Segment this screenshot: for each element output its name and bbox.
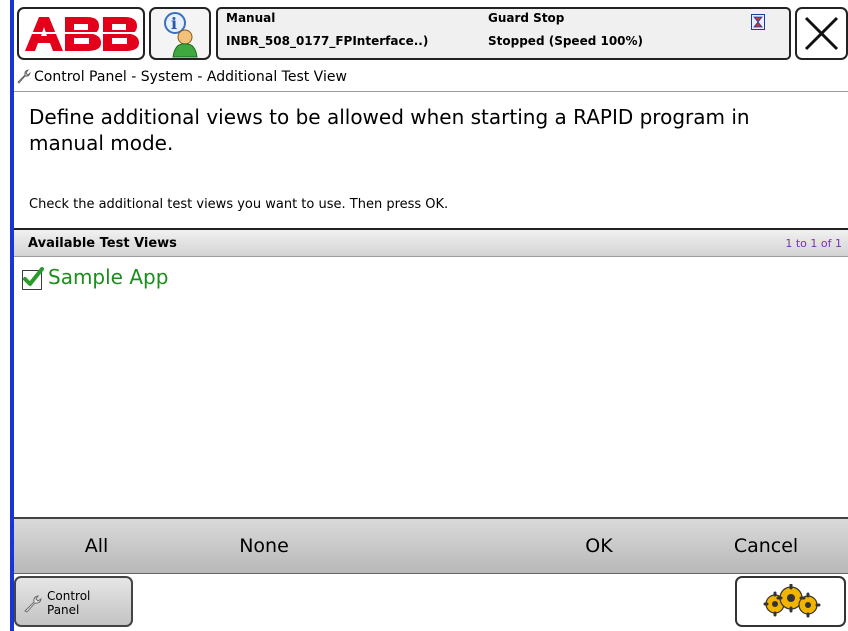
close-x-icon <box>804 16 839 51</box>
info-user-icon: i <box>164 12 198 58</box>
taskbar-label-line1: Control <box>47 589 91 603</box>
breadcrumb: Control Panel - System - Additional Test… <box>14 62 848 92</box>
instruction-text: Check the additional test views you want… <box>29 197 449 212</box>
program-state: Stopped (Speed 100%) <box>488 34 644 48</box>
control-panel-wrench-icon <box>17 69 31 84</box>
abb-logo-icon <box>23 17 141 51</box>
quickset-button[interactable] <box>735 576 846 627</box>
checkbox[interactable] <box>22 267 44 290</box>
hourglass-icon <box>751 14 765 30</box>
status-panel[interactable]: Manual INBR_508_0177_FPInterface..) Guar… <box>216 7 791 60</box>
taskbar-label-line2: Panel <box>47 603 80 617</box>
breadcrumb-text: Control Panel - System - Additional Test… <box>34 69 347 85</box>
list-header-title: Available Test Views <box>28 236 177 251</box>
list-header: Available Test Views 1 to 1 of 1 <box>14 228 848 257</box>
info-user-button[interactable]: i <box>149 7 211 60</box>
list-area <box>14 257 848 519</box>
taskbar-control-panel-button[interactable]: Control Panel <box>14 576 133 627</box>
intro-text: Define additional views to be allowed wh… <box>29 105 750 155</box>
abb-menu-button[interactable] <box>17 7 145 60</box>
wrench-icon <box>24 595 42 613</box>
controller-name: INBR_508_0177_FPInterface..) <box>226 34 429 48</box>
gears-icon <box>763 584 821 618</box>
ok-button[interactable]: OK <box>514 519 684 573</box>
list-item-label: Sample App <box>48 265 169 289</box>
operating-mode: Manual <box>226 11 276 25</box>
list-count: 1 to 1 of 1 <box>785 237 842 250</box>
command-bar: All None OK Cancel <box>14 519 848 574</box>
none-button[interactable]: None <box>179 519 349 573</box>
controller-state: Guard Stop <box>488 11 565 25</box>
svg-text:i: i <box>171 14 177 33</box>
checkmark-icon <box>23 267 44 286</box>
all-button[interactable]: All <box>14 519 179 573</box>
header-bar: i Manual INBR_508_0177_FPInterface..) Gu… <box>14 0 848 62</box>
close-button[interactable] <box>795 7 848 60</box>
cancel-button[interactable]: Cancel <box>684 519 848 573</box>
taskbar: Control Panel <box>14 574 848 631</box>
